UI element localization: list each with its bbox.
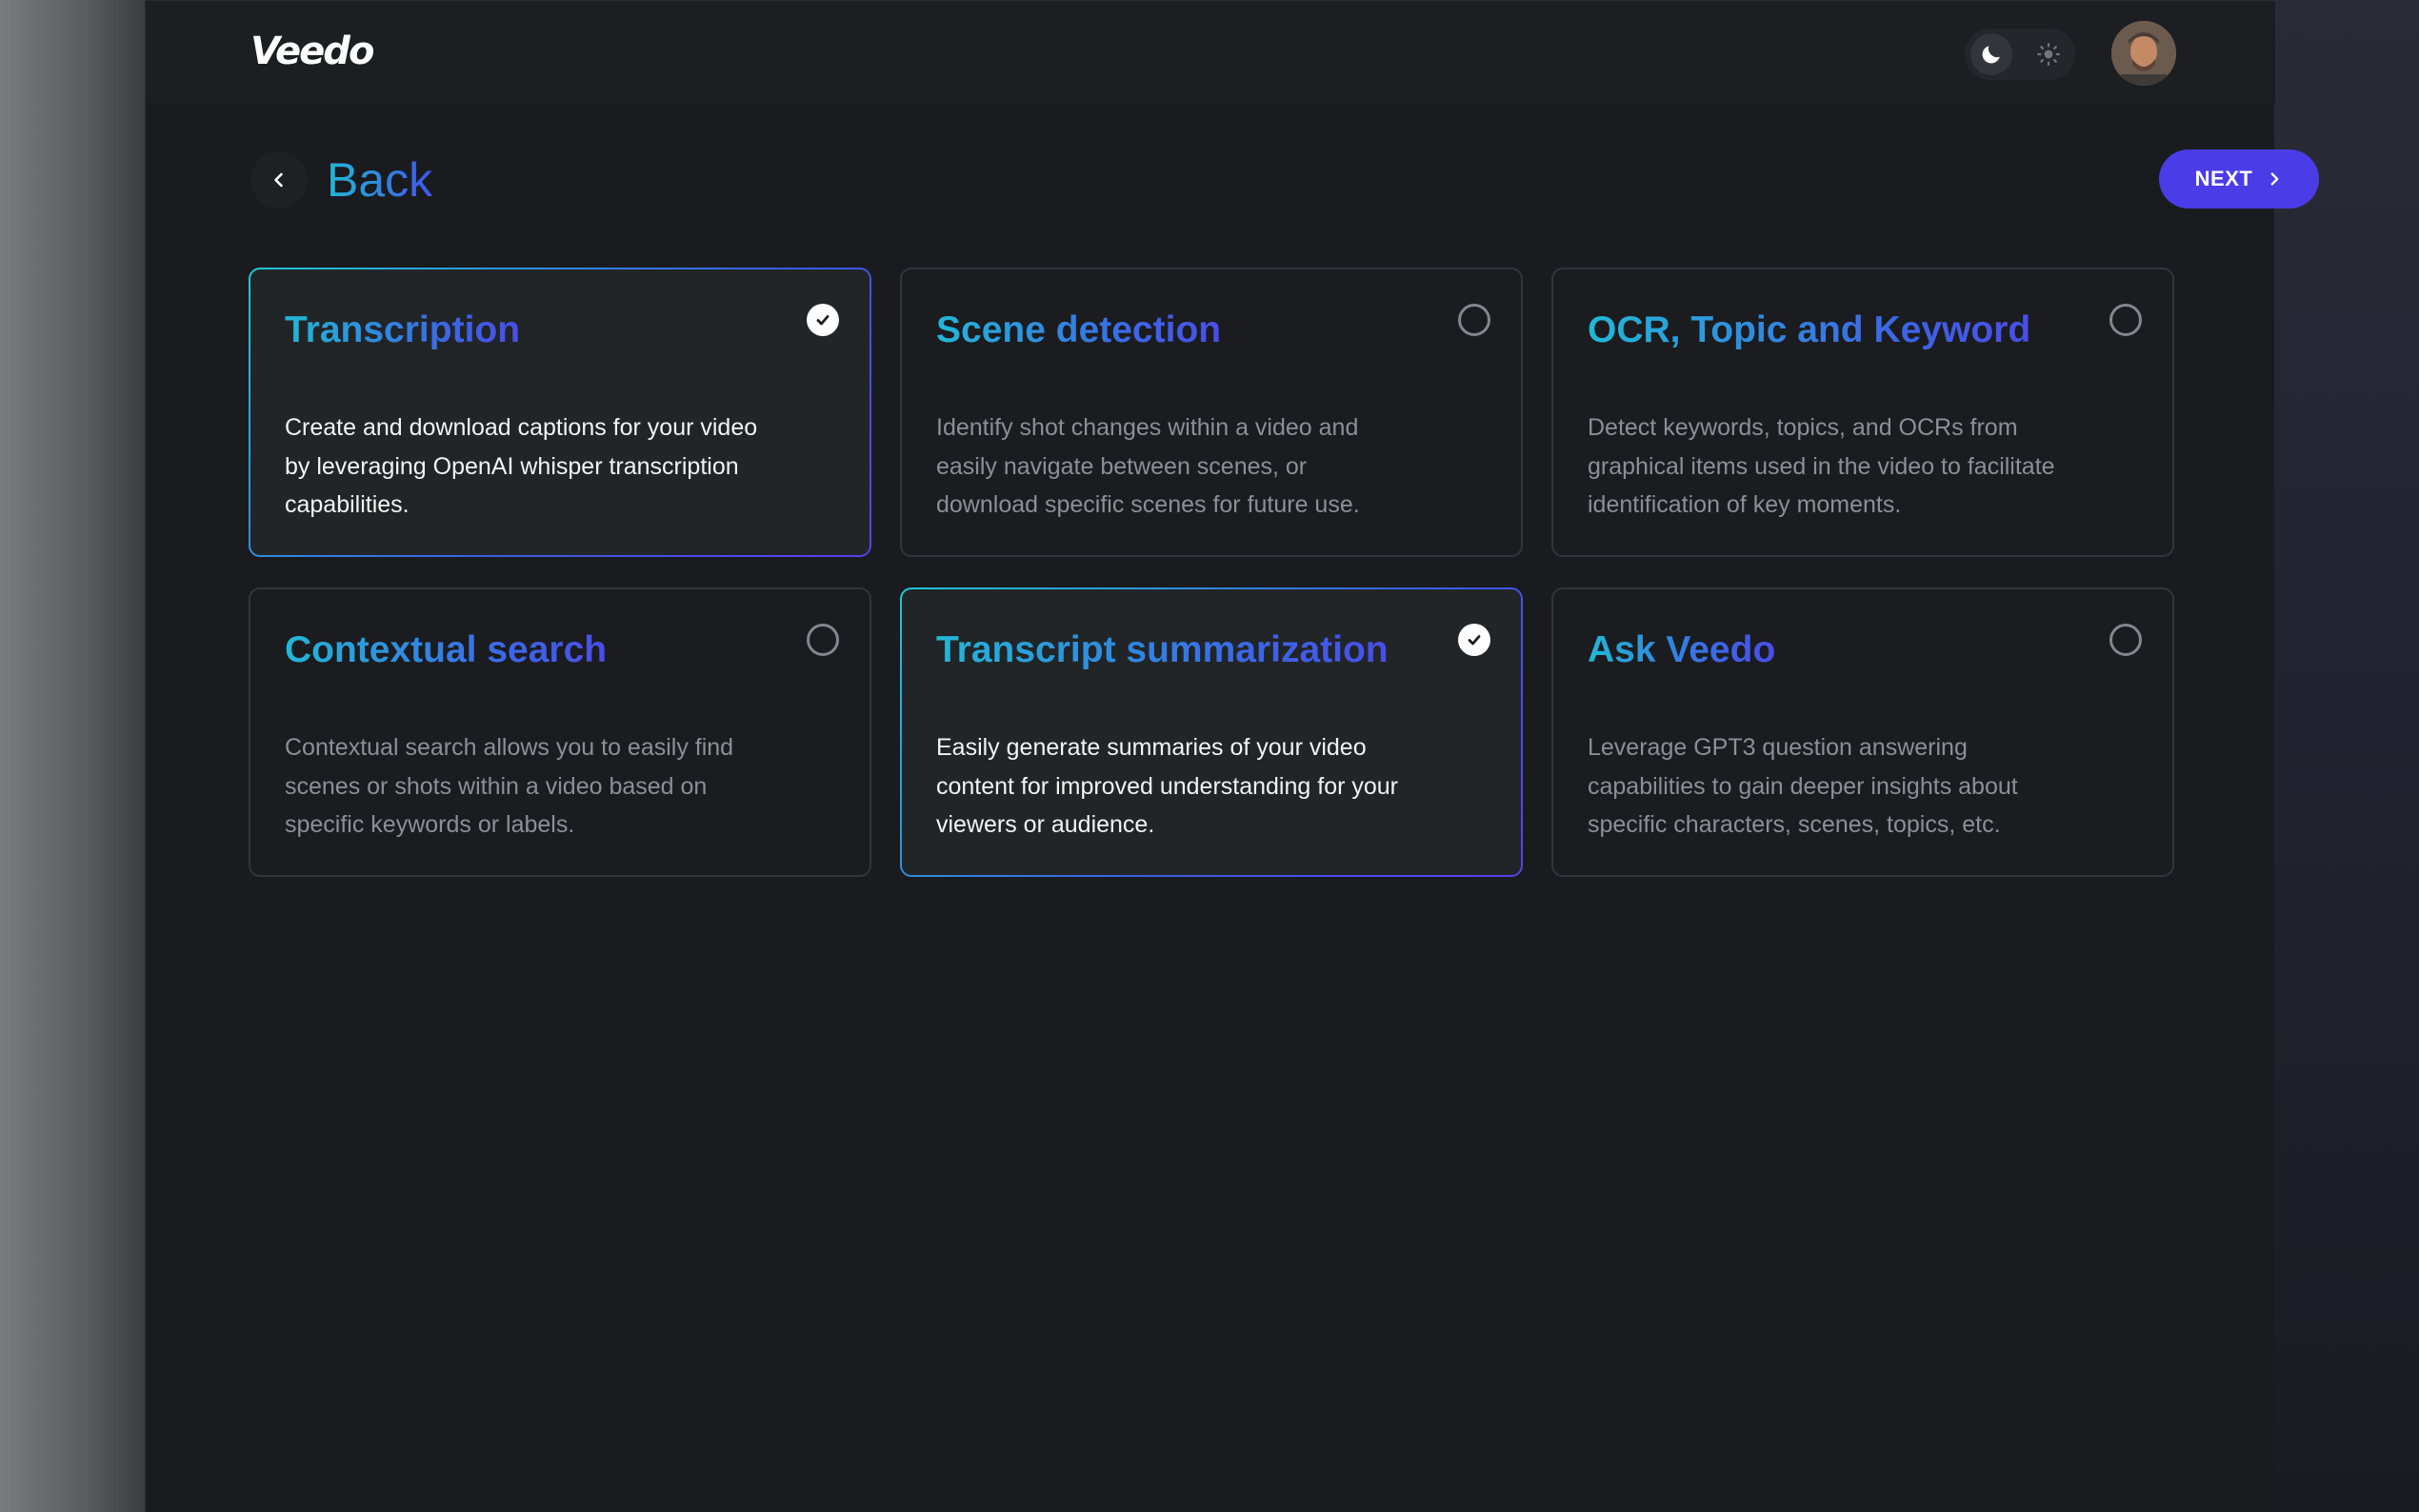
radio-circle-icon[interactable]: [2109, 624, 2142, 656]
desktop-background-left: [0, 0, 145, 1512]
feature-card-ocr-topic-keyword[interactable]: OCR, Topic and Keyword Detect keywords, …: [1551, 268, 2174, 557]
card-description: Detect keywords, topics, and OCRs from g…: [1588, 414, 2055, 518]
feature-card-ask-veedo[interactable]: Ask Veedo Leverage GPT3 question answeri…: [1551, 587, 2174, 877]
card-title: Scene detection: [936, 308, 1221, 353]
back-link[interactable]: Back: [327, 151, 432, 209]
feature-card-transcript-summarization[interactable]: Transcript summarization Easily generate…: [900, 587, 1523, 877]
back-navigation: Back: [250, 151, 432, 209]
radio-circle-icon[interactable]: [807, 624, 839, 656]
sun-icon[interactable]: [2028, 33, 2069, 75]
radio-circle-icon[interactable]: [2109, 304, 2142, 336]
card-title: Transcription: [285, 308, 520, 353]
feature-card-contextual-search[interactable]: Contextual search Contextual search allo…: [249, 587, 871, 877]
card-description: Identify shot changes within a video and…: [936, 414, 1360, 518]
app-window: Veedo Back NEXT Transcription Create and…: [145, 0, 2319, 1512]
theme-toggle[interactable]: [1965, 29, 2075, 80]
feature-card-transcription[interactable]: Transcription Create and download captio…: [249, 268, 871, 557]
moon-icon[interactable]: [1970, 33, 2012, 75]
check-circle-icon[interactable]: [807, 304, 839, 336]
chevron-left-icon: [274, 172, 283, 188]
card-description: Leverage GPT3 question answering capabil…: [1588, 734, 2018, 838]
check-circle-icon[interactable]: [1458, 624, 1490, 656]
card-title: Ask Veedo: [1588, 627, 1775, 673]
top-bar: Veedo: [146, 1, 2275, 104]
veedo-logo[interactable]: Veedo: [250, 30, 374, 73]
card-title: OCR, Topic and Keyword: [1588, 308, 2030, 353]
card-description: Create and download captions for your vi…: [285, 414, 758, 518]
card-title: Contextual search: [285, 627, 607, 673]
back-button[interactable]: [250, 151, 308, 209]
next-button-label: NEXT: [2194, 167, 2253, 190]
chevron-right-icon: [2266, 170, 2283, 188]
card-description: Easily generate summaries of your video …: [936, 734, 1398, 838]
radio-circle-icon[interactable]: [1458, 304, 1490, 336]
next-button[interactable]: NEXT: [2159, 149, 2319, 209]
feature-card-scene-detection[interactable]: Scene detection Identify shot changes wi…: [900, 268, 1523, 557]
card-title: Transcript summarization: [936, 627, 1389, 673]
card-description: Contextual search allows you to easily f…: [285, 734, 734, 838]
user-avatar[interactable]: [2111, 21, 2176, 86]
desktop-background-right: [2274, 0, 2419, 1512]
